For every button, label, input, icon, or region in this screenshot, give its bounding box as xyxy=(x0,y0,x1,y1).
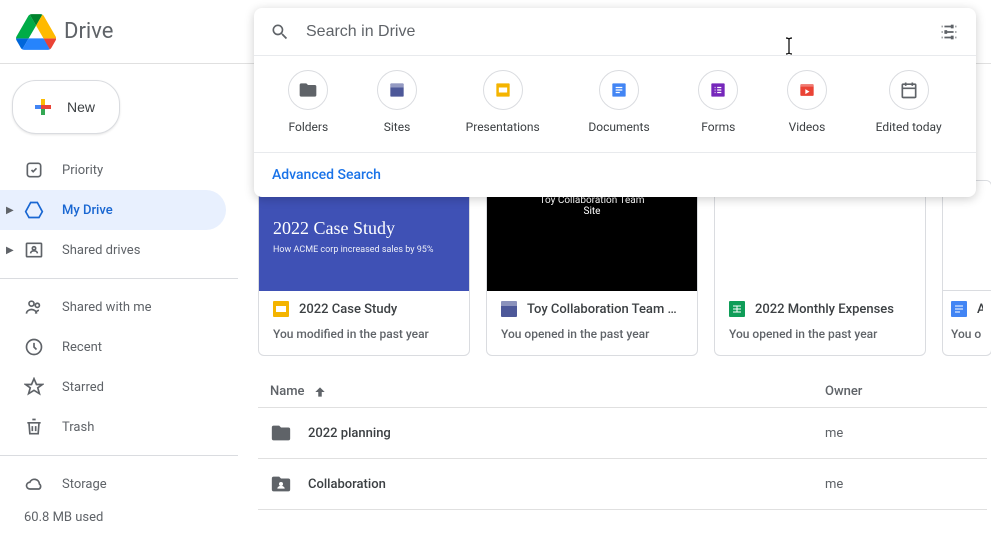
row-owner-text: me xyxy=(825,477,975,492)
shared-icon xyxy=(24,297,44,317)
sidebar-item-label: Priority xyxy=(62,163,103,178)
card-subtitle: You opened in the past year xyxy=(501,327,683,341)
card-title: Toy Collaboration Team … xyxy=(527,302,677,317)
folder-icon xyxy=(270,422,292,444)
slides-icon xyxy=(493,80,513,100)
plus-icon xyxy=(31,95,55,119)
card-thumbnail xyxy=(715,181,925,291)
card-case-study[interactable]: 2022 Case Study How ACME corp increased … xyxy=(258,180,470,356)
sidebar-item-starred[interactable]: Starred xyxy=(0,367,226,407)
expand-arrow-icon[interactable]: ▶ xyxy=(6,245,14,256)
card-subtitle: You modified in the past year xyxy=(273,327,455,341)
chip-folders[interactable]: Folders xyxy=(288,70,328,134)
chip-videos[interactable]: Videos xyxy=(787,70,827,134)
sidebar: New Priority ▶ My Drive ▶ Shared drives … xyxy=(0,64,238,536)
sidebar-item-label: Storage xyxy=(62,477,107,492)
chip-edited-today[interactable]: Edited today xyxy=(876,70,942,134)
clock-icon xyxy=(24,337,44,357)
app-name: Drive xyxy=(64,19,113,44)
card-title: 2022 Monthly Expenses xyxy=(755,302,894,317)
folder-icon xyxy=(298,80,318,100)
sidebar-item-label: Shared drives xyxy=(62,243,140,258)
video-icon xyxy=(797,80,817,100)
chip-sites[interactable]: Sites xyxy=(377,70,417,134)
chip-presentations[interactable]: Presentations xyxy=(466,70,540,134)
sidebar-item-label: My Drive xyxy=(62,203,113,218)
sidebar-item-recent[interactable]: Recent xyxy=(0,327,226,367)
new-button[interactable]: New xyxy=(12,80,120,134)
sidebar-item-label: Shared with me xyxy=(62,300,152,315)
trash-icon xyxy=(24,417,44,437)
chip-forms[interactable]: Forms xyxy=(698,70,738,134)
col-header-name[interactable]: Name xyxy=(270,384,825,399)
text-cursor-icon xyxy=(784,36,794,56)
advanced-search-link[interactable]: Advanced Search xyxy=(254,153,976,197)
card-toy-collab[interactable]: Toy Collaboration Team Site Toy Collabor… xyxy=(486,180,698,356)
divider xyxy=(0,278,238,279)
expand-arrow-icon[interactable]: ▶ xyxy=(6,205,14,216)
docs-icon xyxy=(951,301,967,317)
my-drive-icon xyxy=(24,200,44,220)
new-button-label: New xyxy=(67,99,95,115)
search-options-icon[interactable] xyxy=(938,21,960,43)
suggested-cards: 2022 Case Study How ACME corp increased … xyxy=(254,180,991,356)
sidebar-item-shared-drives[interactable]: ▶ Shared drives xyxy=(0,230,226,270)
sidebar-item-label: Recent xyxy=(62,340,102,355)
docs-icon xyxy=(609,80,629,100)
shared-drives-icon xyxy=(24,240,44,260)
sidebar-item-label: Starred xyxy=(62,380,104,395)
sheets-icon xyxy=(729,301,745,317)
priority-icon xyxy=(24,160,44,180)
sidebar-item-priority[interactable]: Priority xyxy=(0,150,226,190)
chip-documents[interactable]: Documents xyxy=(588,70,649,134)
slides-icon xyxy=(273,301,289,317)
sidebar-item-label: Trash xyxy=(62,420,94,435)
forms-icon xyxy=(708,80,728,100)
card-title: 2022 Case Study xyxy=(299,302,397,317)
cloud-icon xyxy=(24,474,44,494)
sidebar-item-my-drive[interactable]: ▶ My Drive xyxy=(0,190,226,230)
star-icon xyxy=(24,377,44,397)
sites-icon xyxy=(501,301,517,317)
search-bar xyxy=(254,8,976,56)
filter-chips-row: Folders Sites Presentations Documents Fo… xyxy=(254,56,976,153)
table-row[interactable]: 2022 planning me xyxy=(258,408,987,459)
col-header-owner[interactable]: Owner xyxy=(825,384,975,399)
logo-area[interactable]: Drive xyxy=(16,12,254,52)
divider xyxy=(0,455,238,456)
shared-folder-icon xyxy=(270,473,292,495)
row-name-text: Collaboration xyxy=(308,477,386,492)
card-monthly-expenses[interactable]: 2022 Monthly Expenses You opened in the … xyxy=(714,180,926,356)
calendar-icon xyxy=(899,80,919,100)
sidebar-item-trash[interactable]: Trash xyxy=(0,407,226,447)
table-header: Name Owner xyxy=(258,376,987,408)
card-thumbnail: 2022 Case Study How ACME corp increased … xyxy=(259,181,469,291)
search-dropdown: Folders Sites Presentations Documents Fo… xyxy=(254,8,976,197)
row-owner-text: me xyxy=(825,426,975,441)
row-name-text: 2022 planning xyxy=(308,426,391,441)
card-title: A xyxy=(977,302,983,317)
search-input[interactable] xyxy=(306,23,938,41)
sites-icon xyxy=(387,80,407,100)
card-thumbnail: Toy Collaboration Team Site xyxy=(487,181,697,291)
sort-arrow-up-icon xyxy=(313,385,327,399)
card-subtitle: You opened in the past year xyxy=(729,327,911,341)
search-icon xyxy=(270,22,290,42)
card-partial[interactable]: A You o xyxy=(942,180,991,356)
sidebar-item-storage[interactable]: Storage xyxy=(0,464,226,504)
card-subtitle: You o xyxy=(951,327,983,341)
storage-used-text: 60.8 MB used xyxy=(0,504,238,525)
table-row[interactable]: Collaboration me xyxy=(258,459,987,510)
drive-logo-icon xyxy=(16,12,56,52)
card-thumbnail xyxy=(943,181,991,291)
sidebar-item-shared-with-me[interactable]: Shared with me xyxy=(0,287,226,327)
